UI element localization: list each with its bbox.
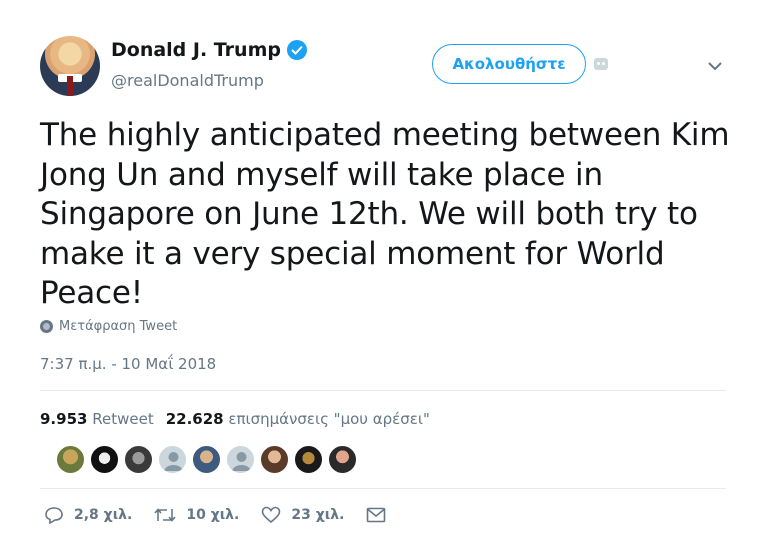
retweet-button[interactable]: 10 χιλ. <box>154 507 239 523</box>
liker-avatars <box>56 445 357 474</box>
translate-label: Μετάφραση Tweet <box>59 319 178 334</box>
chevron-down-icon[interactable] <box>706 58 724 72</box>
author-name-row[interactable]: Donald J. Trump <box>111 39 307 61</box>
retweet-count: 9.953 <box>40 410 88 428</box>
liker-avatar[interactable] <box>328 445 357 474</box>
bot-icon <box>594 58 608 70</box>
retweet-icon <box>154 508 176 522</box>
like-action-count: 23 χιλ. <box>291 507 345 523</box>
tweet-stats: 9.953 Retweet 22.628 επισημάνσεις "μου α… <box>40 410 430 428</box>
liker-avatar-default[interactable] <box>226 445 255 474</box>
liker-avatar[interactable] <box>260 445 289 474</box>
heart-icon <box>262 506 281 524</box>
reply-icon <box>45 507 63 524</box>
globe-icon <box>40 320 53 333</box>
retweet-action-count: 10 χιλ. <box>186 507 240 523</box>
tweet-actions: 2,8 χιλ. 10 χιλ. 23 χιλ. <box>44 506 408 524</box>
liker-avatar[interactable] <box>294 445 323 474</box>
direct-message-button[interactable] <box>366 507 386 523</box>
envelope-icon <box>367 507 386 523</box>
author-handle[interactable]: @realDonaldTrump <box>111 71 264 90</box>
author-avatar[interactable] <box>40 36 100 96</box>
divider-top <box>40 390 726 391</box>
divider-bottom <box>40 488 726 489</box>
reply-count: 2,8 χιλ. <box>74 507 133 523</box>
tweet-timestamp[interactable]: 7:37 π.μ. - 10 Μαΐ 2018 <box>40 355 216 373</box>
follow-button[interactable]: Ακολουθήστε <box>432 44 586 84</box>
like-label: επισημάνσεις "μου αρέσει" <box>228 410 430 428</box>
tweet-text: The highly anticipated meeting between K… <box>40 117 730 311</box>
translate-tweet-link[interactable]: Μετάφραση Tweet <box>40 319 177 334</box>
like-count: 22.628 <box>165 410 224 428</box>
retweet-stat[interactable]: 9.953 Retweet <box>40 410 154 428</box>
avatar-tie <box>67 76 73 96</box>
liker-avatar[interactable] <box>124 445 153 474</box>
liker-avatar[interactable] <box>192 445 221 474</box>
verified-badge-icon <box>286 40 307 60</box>
liker-avatar-default[interactable] <box>158 445 187 474</box>
tweet-card: Donald J. Trump @realDonaldTrump Ακολουθ… <box>0 0 770 550</box>
liker-avatar[interactable] <box>56 445 85 474</box>
reply-button[interactable]: 2,8 χιλ. <box>44 506 132 524</box>
author-display-name[interactable]: Donald J. Trump <box>111 39 281 61</box>
retweet-label: Retweet <box>92 410 154 428</box>
like-button[interactable]: 23 χιλ. <box>261 506 344 524</box>
liker-avatar[interactable] <box>90 445 119 474</box>
like-stat[interactable]: 22.628 επισημάνσεις "μου αρέσει" <box>166 410 430 428</box>
